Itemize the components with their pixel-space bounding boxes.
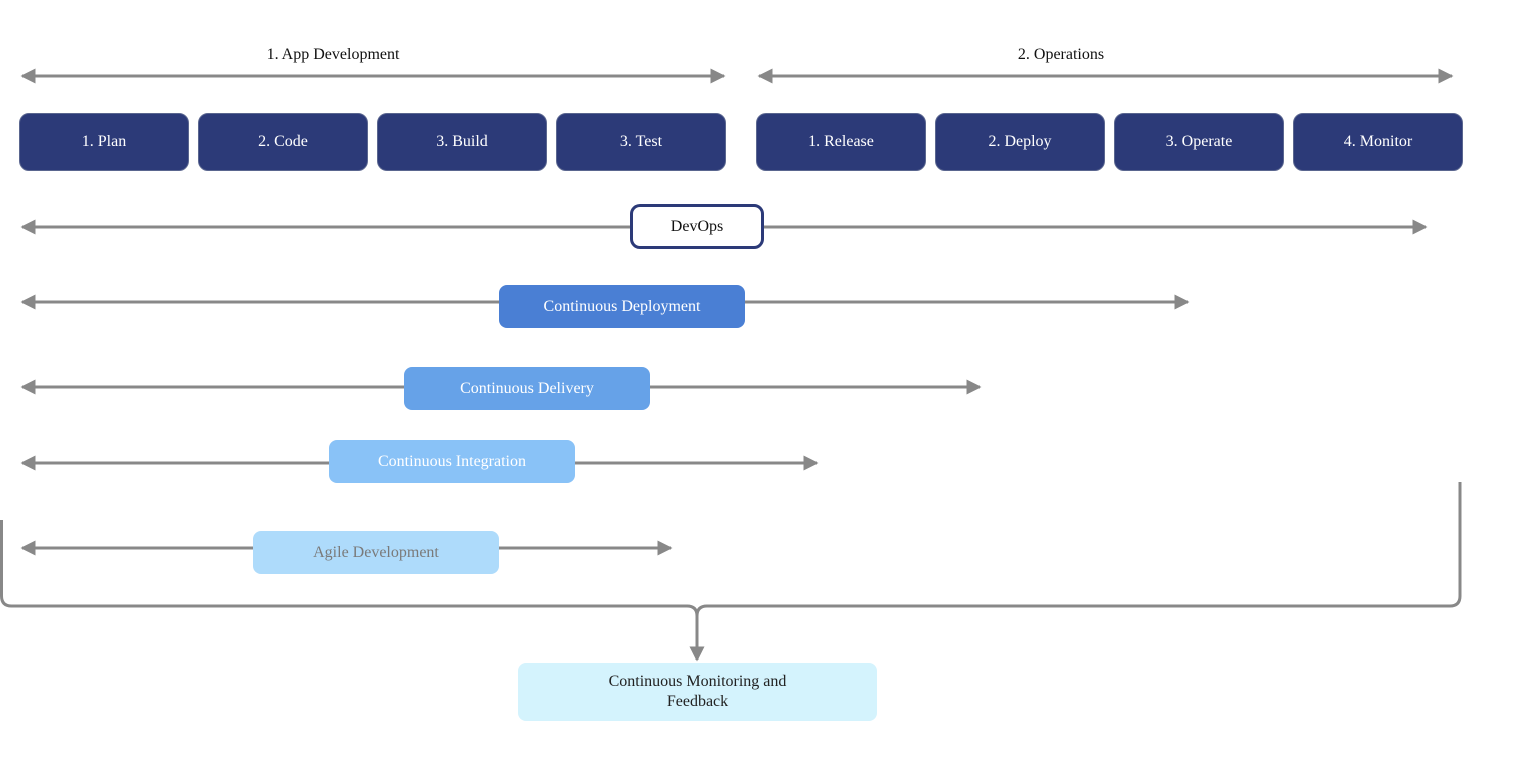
phase-operate[interactable]: 3. Operate [1114,113,1284,171]
devops-label: DevOps [670,217,724,235]
phase-build[interactable]: 3. Build [377,113,547,171]
continuous-deployment-label: Continuous Deployment [543,297,701,315]
agile-development-label: Agile Development [313,543,439,561]
devops-box[interactable]: DevOps [630,204,764,249]
phase-label: 4. Monitor [1343,133,1413,150]
continuous-deployment-box[interactable]: Continuous Deployment [499,285,745,328]
feedback-label-line2: Feedback [666,693,729,710]
phase-release[interactable]: 1. Release [756,113,926,171]
phase-label: 1. Release [808,133,874,150]
phase-label: 2. Deploy [988,133,1052,150]
continuous-monitoring-feedback-box[interactable]: Continuous Monitoring and Feedback [518,663,877,721]
phase-deploy[interactable]: 2. Deploy [935,113,1105,171]
continuous-integration-label: Continuous Integration [378,452,526,470]
phase-label: 3. Build [436,133,488,150]
agile-development-box[interactable]: Agile Development [253,531,499,574]
phase-label: 1. Plan [81,133,127,150]
phase-label: 3. Operate [1165,133,1233,150]
continuous-integration-box[interactable]: Continuous Integration [329,440,575,483]
phase-test[interactable]: 3. Test [556,113,726,171]
phase-label: 3. Test [619,133,663,150]
operations-label: 2. Operations [1017,46,1105,63]
continuous-delivery-box[interactable]: Continuous Delivery [404,367,650,410]
phase-monitor[interactable]: 4. Monitor [1293,113,1463,171]
phase-code[interactable]: 2. Code [198,113,368,171]
app-development-label: 1. App Development [266,46,400,63]
feedback-label-line1: Continuous Monitoring and [608,673,787,690]
continuous-delivery-label: Continuous Delivery [460,379,594,397]
phase-label: 2. Code [258,133,308,150]
phase-plan[interactable]: 1. Plan [19,113,189,171]
